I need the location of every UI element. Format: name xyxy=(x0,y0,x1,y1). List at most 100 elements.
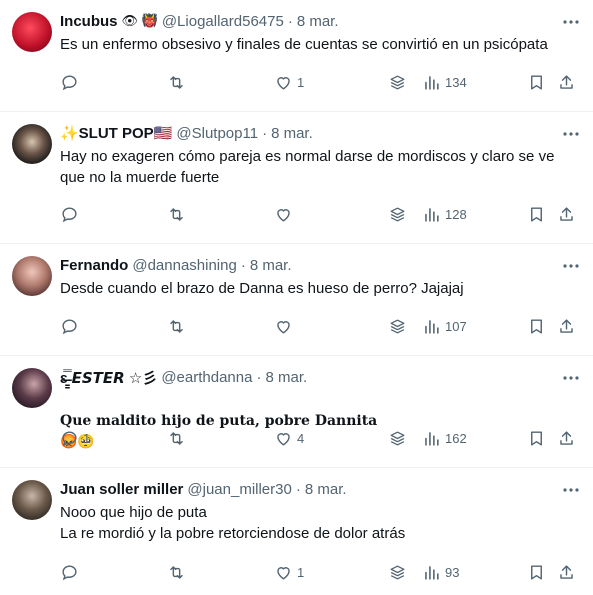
views-button[interactable]: 134 xyxy=(422,70,467,94)
tweet-text: Desde cuando el brazo de Danna es hueso … xyxy=(60,280,464,297)
separator-dot: · xyxy=(262,124,268,142)
views-count: 107 xyxy=(445,318,467,334)
reply-icon xyxy=(62,206,77,222)
separator-dot: · xyxy=(240,256,246,274)
retweet-icon xyxy=(170,431,183,445)
avatar[interactable] xyxy=(12,256,52,296)
retweet-button[interactable] xyxy=(167,202,190,226)
like-button[interactable]: 4 xyxy=(274,426,304,450)
views-button[interactable]: 93 xyxy=(422,560,459,584)
more-icon[interactable] xyxy=(561,480,581,500)
avatar[interactable] xyxy=(12,12,52,52)
display-name[interactable]: Incubus xyxy=(60,13,118,30)
more-icon[interactable] xyxy=(561,368,581,388)
views-count: 162 xyxy=(445,430,467,446)
bookmark-icon xyxy=(531,430,542,446)
bookmark-button[interactable] xyxy=(527,426,546,450)
reply-button[interactable] xyxy=(60,314,83,338)
tweet[interactable]: Fernando @dannashining · 8 mar. Desde cu… xyxy=(0,244,593,356)
bookmark-button[interactable] xyxy=(527,560,546,584)
separator-dot: · xyxy=(256,368,262,386)
tweet-date[interactable]: 8 mar. xyxy=(271,125,313,142)
tweet-date[interactable]: 8 mar. xyxy=(297,13,339,30)
reply-icon xyxy=(62,318,77,334)
display-name[interactable]: ɛ̶̳̿ 𝙀𝙎𝙏𝙀𝙍 ☆彡 xyxy=(60,367,157,388)
grok-button[interactable] xyxy=(388,560,407,584)
reply-button[interactable] xyxy=(60,70,83,94)
name-emoji: 👁 👹 xyxy=(121,13,158,28)
grok-button[interactable] xyxy=(388,70,407,94)
tweet[interactable]: ɛ̶̳̿ 𝙀𝙎𝙏𝙀𝙍 ☆彡 @earthdanna · 8 mar. Que m… xyxy=(0,356,593,468)
avatar[interactable] xyxy=(12,368,52,408)
retweet-button[interactable] xyxy=(167,560,190,584)
views-icon xyxy=(425,565,439,580)
bookmark-button[interactable] xyxy=(527,202,546,226)
tweet[interactable]: Incubus 👁 👹 @Liogallard56475 · 8 mar. Es… xyxy=(0,0,593,112)
grok-icon xyxy=(390,319,405,333)
like-count: 1 xyxy=(297,74,305,90)
like-icon xyxy=(277,76,290,90)
share-button[interactable] xyxy=(557,202,576,226)
like-button[interactable]: 1 xyxy=(274,560,304,584)
avatar[interactable] xyxy=(12,124,52,164)
share-button[interactable] xyxy=(557,70,576,94)
tweet[interactable]: Juan soller miller @juan_miller30 · 8 ma… xyxy=(0,468,593,595)
more-icon[interactable] xyxy=(561,256,581,276)
user-handle[interactable]: @Slutpop11 xyxy=(176,125,258,142)
share-button[interactable] xyxy=(557,560,576,584)
display-name[interactable]: ✨SLUT POP🇺🇸 xyxy=(60,124,172,142)
tweet-text: Es un enfermo obsesivo y finales de cuen… xyxy=(60,36,548,53)
more-icon[interactable] xyxy=(561,12,581,32)
like-count: 1 xyxy=(297,564,305,580)
views-button[interactable]: 162 xyxy=(422,426,467,450)
user-handle[interactable]: @juan_miller30 xyxy=(187,481,291,498)
like-icon xyxy=(277,208,290,222)
more-icon[interactable] xyxy=(561,124,581,144)
retweet-icon xyxy=(170,565,183,579)
grok-button[interactable] xyxy=(388,202,407,226)
views-button[interactable]: 107 xyxy=(422,314,467,338)
bookmark-icon xyxy=(531,318,542,334)
like-button[interactable]: 1 xyxy=(274,70,304,94)
bookmark-icon xyxy=(531,74,542,90)
tweet-date[interactable]: 8 mar. xyxy=(250,257,292,274)
tweet-date[interactable]: 8 mar. xyxy=(305,481,347,498)
separator-dot: · xyxy=(287,12,293,30)
bookmark-button[interactable] xyxy=(527,314,546,338)
retweet-button[interactable] xyxy=(167,70,190,94)
retweet-button[interactable] xyxy=(167,426,190,450)
bookmark-button[interactable] xyxy=(527,70,546,94)
share-icon xyxy=(560,430,573,445)
retweet-icon xyxy=(170,319,183,333)
grok-button[interactable] xyxy=(388,426,407,450)
reply-icon xyxy=(62,430,77,446)
user-handle[interactable]: @earthdanna xyxy=(161,369,252,386)
retweet-button[interactable] xyxy=(167,314,190,338)
grok-button[interactable] xyxy=(388,314,407,338)
user-handle[interactable]: @Liogallard56475 xyxy=(162,13,284,30)
tweet[interactable]: ✨SLUT POP🇺🇸 @Slutpop11 · 8 mar. Hay no e… xyxy=(0,112,593,244)
display-name[interactable]: Juan soller miller xyxy=(60,481,183,498)
views-count: 134 xyxy=(445,74,467,90)
grok-icon xyxy=(390,431,405,445)
share-button[interactable] xyxy=(557,426,576,450)
grok-icon xyxy=(390,207,405,221)
display-name[interactable]: Fernando xyxy=(60,257,128,274)
like-button[interactable] xyxy=(274,202,297,226)
views-icon xyxy=(425,319,439,334)
share-button[interactable] xyxy=(557,314,576,338)
tweet-feed: Incubus 👁 👹 @Liogallard56475 · 8 mar. Es… xyxy=(0,0,593,595)
reply-icon xyxy=(62,564,77,580)
tweet-text: Nooo que hijo de puta La re mordió y la … xyxy=(60,504,406,542)
user-handle[interactable]: @dannashining xyxy=(132,257,236,274)
grok-icon xyxy=(390,75,405,89)
reply-button[interactable]: 1 xyxy=(60,426,90,450)
reply-button[interactable] xyxy=(60,202,83,226)
views-button[interactable]: 128 xyxy=(422,202,467,226)
avatar[interactable] xyxy=(12,480,52,520)
views-icon xyxy=(425,431,439,446)
views-count: 128 xyxy=(445,206,467,222)
reply-button[interactable] xyxy=(60,560,83,584)
like-button[interactable] xyxy=(274,314,297,338)
tweet-date[interactable]: 8 mar. xyxy=(265,369,307,386)
